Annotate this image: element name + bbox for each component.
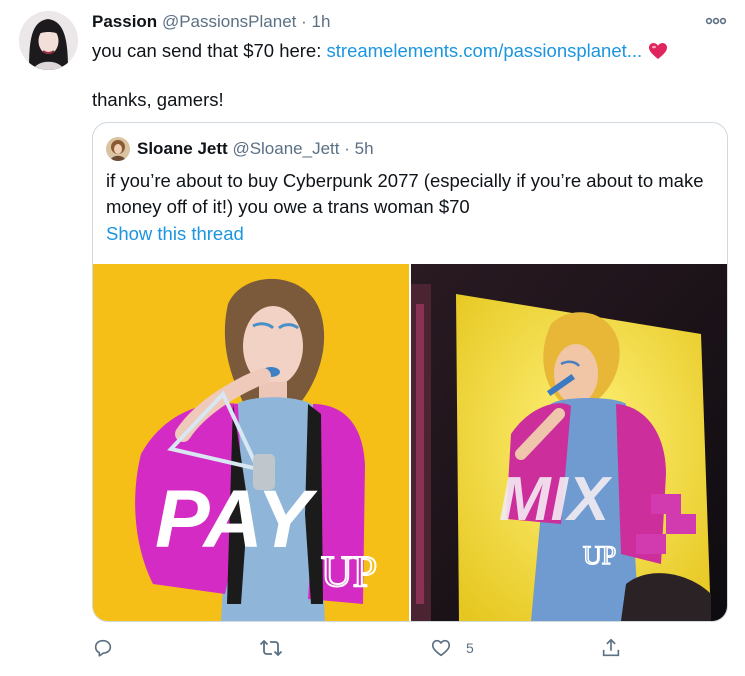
reply-icon bbox=[92, 637, 114, 659]
tweet-header: Passion @PassionsPlanet · 1h bbox=[92, 12, 330, 34]
pay-title: PAY bbox=[155, 474, 318, 565]
more-icon[interactable] bbox=[704, 12, 728, 30]
pay-subtitle: UP bbox=[321, 547, 377, 596]
mix-subtitle: UP bbox=[583, 541, 616, 570]
tweet-link[interactable]: streamelements.com/passionsplanet... bbox=[327, 40, 643, 61]
reply-button[interactable] bbox=[92, 630, 128, 666]
quoted-tweet[interactable]: Sloane Jett @Sloane_Jett · 5h if you’re … bbox=[92, 122, 728, 622]
show-thread-link[interactable]: Show this thread bbox=[106, 222, 244, 246]
retweet-icon bbox=[259, 637, 283, 659]
share-button[interactable] bbox=[600, 630, 622, 666]
like-count: 5 bbox=[466, 640, 474, 656]
mix-title: MIX bbox=[499, 465, 613, 534]
quoted-author-avatar bbox=[106, 137, 130, 161]
media-image-pay-up[interactable]: PAY UP bbox=[93, 264, 409, 621]
quoted-time-separator: · bbox=[344, 139, 350, 158]
author-handle[interactable]: @PassionsPlanet bbox=[162, 12, 296, 31]
like-icon bbox=[430, 637, 452, 659]
quoted-author-name: Sloane Jett bbox=[137, 139, 228, 158]
author-name[interactable]: Passion bbox=[92, 12, 157, 31]
retweet-button[interactable] bbox=[259, 630, 297, 666]
author-avatar[interactable] bbox=[19, 11, 78, 70]
tweet-text-prefix: you can send that $70 here: bbox=[92, 40, 327, 61]
media-image-mix-up[interactable]: MIX UP bbox=[411, 264, 727, 621]
heart-emoji-icon bbox=[648, 42, 668, 66]
quoted-media: PAY UP MIX UP bbox=[93, 264, 727, 621]
tweet-actions: 5 bbox=[0, 630, 745, 666]
quoted-time: 5h bbox=[354, 139, 374, 158]
quoted-header: Sloane Jett @Sloane_Jett · 5h bbox=[137, 138, 374, 160]
tweet-text-line2: thanks, gamers! bbox=[92, 89, 224, 110]
tweet: Passion @PassionsPlanet · 1h you can sen… bbox=[0, 0, 745, 676]
quoted-author-handle: @Sloane_Jett bbox=[232, 139, 340, 158]
like-button[interactable]: 5 bbox=[430, 630, 474, 666]
share-icon bbox=[600, 637, 622, 659]
tweet-text-line1: you can send that $70 here: streamelemen… bbox=[92, 39, 668, 66]
quoted-text: if you’re about to buy Cyberpunk 2077 (e… bbox=[106, 170, 704, 217]
tweet-time[interactable]: 1h bbox=[312, 12, 331, 31]
time-separator: · bbox=[301, 12, 307, 31]
